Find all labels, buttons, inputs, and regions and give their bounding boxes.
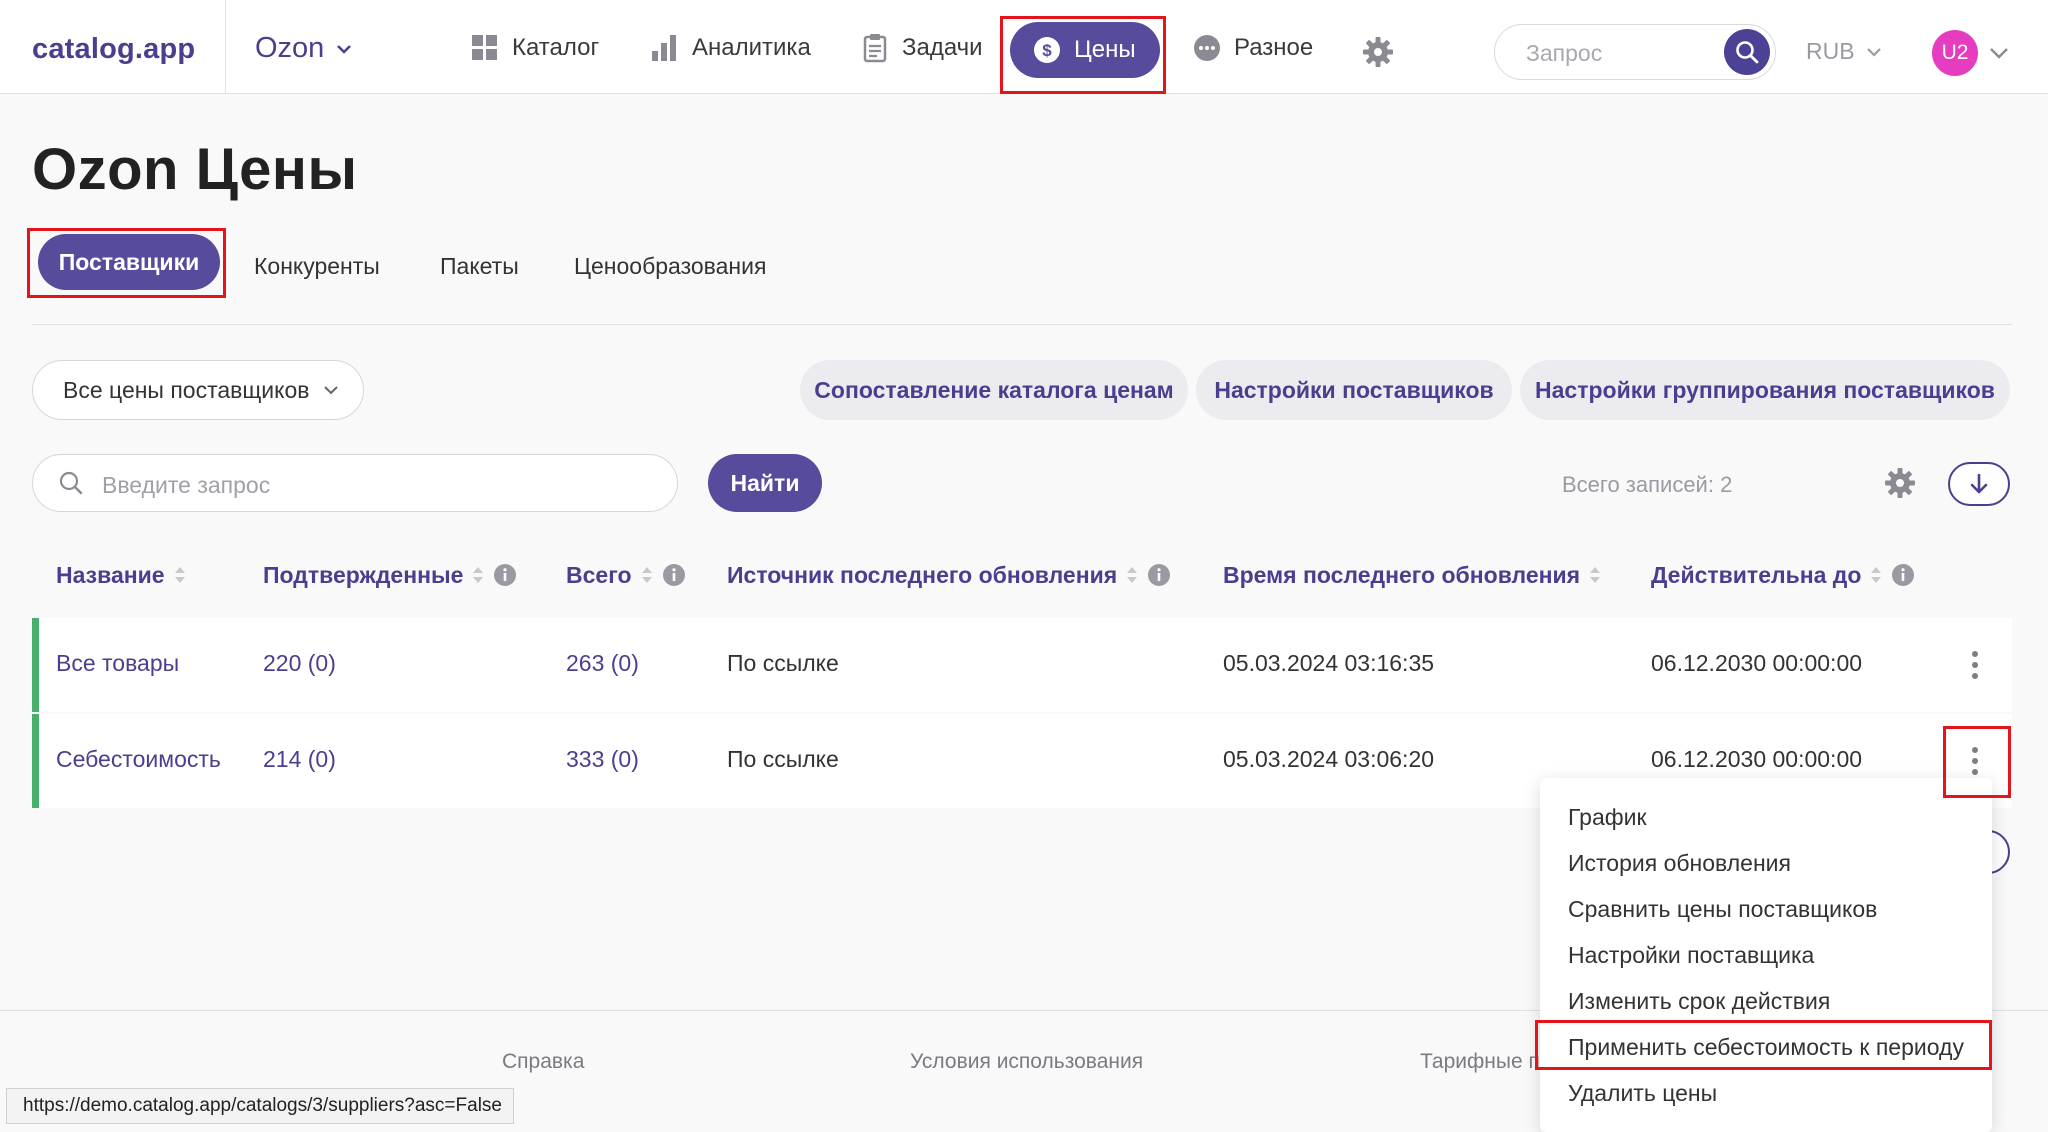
tabs-divider <box>32 324 2012 325</box>
nav-analytics-label: Аналитика <box>692 34 811 61</box>
column-header-name[interactable]: Название <box>56 560 187 590</box>
nav-analytics[interactable]: Аналитика <box>650 30 811 66</box>
catalog-mapping-button[interactable]: Сопоставление каталога ценам <box>800 360 1188 420</box>
grid-icon <box>472 35 497 60</box>
column-header-total-label: Всего <box>566 561 632 588</box>
nav-misc[interactable]: Разное <box>1192 30 1313 66</box>
sort-icon[interactable] <box>1588 563 1602 587</box>
info-icon[interactable] <box>493 563 517 587</box>
nav-misc-label: Разное <box>1234 34 1314 61</box>
row-source: По ссылке <box>727 746 839 772</box>
menu-item-supplier-settings[interactable]: Настройки поставщика <box>1568 942 1814 969</box>
nav-tasks[interactable]: Задачи <box>860 30 983 66</box>
row-total-link[interactable]: 333 (0) <box>566 746 639 773</box>
sort-icon[interactable] <box>1125 563 1139 587</box>
column-header-source-label: Источник последнего обновления <box>727 561 1118 588</box>
currency-label: RUB <box>1806 38 1855 64</box>
settings-gear-icon[interactable] <box>1362 36 1394 68</box>
column-header-valid-until-label: Действительна до <box>1651 561 1862 588</box>
sort-icon[interactable] <box>1869 563 1883 587</box>
row-total-link[interactable]: 263 (0) <box>566 650 639 677</box>
search-icon <box>59 471 83 495</box>
table-settings-gear-icon[interactable] <box>1884 467 1916 499</box>
info-icon[interactable] <box>1891 563 1915 587</box>
column-header-updated[interactable]: Время последнего обновления <box>1223 560 1602 590</box>
find-button[interactable]: Найти <box>708 454 822 512</box>
chevron-down-icon <box>337 44 352 54</box>
row-source: По ссылке <box>727 650 839 676</box>
menu-item-apply-cost[interactable]: Применить себестоимость к периоду <box>1568 1034 1964 1061</box>
footer-tariffs-link[interactable]: Тарифные п <box>1420 1050 1540 1074</box>
tab-pricing[interactable]: Ценообразования <box>574 240 766 292</box>
svg-text:$: $ <box>1042 41 1052 60</box>
menu-item-delete-prices[interactable]: Удалить цены <box>1568 1080 1717 1107</box>
download-button[interactable] <box>1948 462 2010 506</box>
supplier-settings-button[interactable]: Настройки поставщиков <box>1196 360 1512 420</box>
currency-selector[interactable]: RUB <box>1806 38 1883 65</box>
nav-catalog-label: Каталог <box>512 34 600 61</box>
info-icon[interactable] <box>1147 563 1171 587</box>
header-search-input[interactable] <box>1526 38 1706 68</box>
header-divider <box>225 0 226 94</box>
row-name-link[interactable]: Себестоимость <box>56 746 221 773</box>
page-title: Ozon Цены <box>32 137 358 202</box>
footer-terms-link[interactable]: Условия использования <box>910 1050 1143 1074</box>
tab-packages[interactable]: Пакеты <box>440 240 519 292</box>
row-actions-kebab-icon[interactable] <box>1963 741 1987 781</box>
nav-catalog[interactable]: Каталог <box>470 30 599 66</box>
row-valid-until: 06.12.2030 00:00:00 <box>1651 746 1863 772</box>
nav-prices[interactable]: $ Цены <box>1010 22 1160 78</box>
table-search-input[interactable] <box>102 470 662 500</box>
row-valid-until: 06.12.2030 00:00:00 <box>1651 650 1863 676</box>
sort-icon[interactable] <box>471 563 485 587</box>
column-header-confirmed[interactable]: Подтвержденные <box>263 560 517 590</box>
column-header-name-label: Название <box>56 561 165 588</box>
row-actions-kebab-icon[interactable] <box>1963 645 1987 685</box>
app-logo[interactable]: catalog.app <box>32 33 195 66</box>
menu-item-chart[interactable]: График <box>1568 804 1647 831</box>
browser-status-url: https://demo.catalog.app/catalogs/3/supp… <box>6 1088 514 1124</box>
tab-competitors[interactable]: Конкуренты <box>254 240 380 292</box>
menu-item-update-history[interactable]: История обновления <box>1568 850 1791 877</box>
info-icon[interactable] <box>662 563 686 587</box>
price-filter-select[interactable]: Все цены поставщиков <box>32 360 364 420</box>
more-horizontal-icon <box>1194 35 1220 61</box>
store-selector-label: Ozon <box>255 32 325 64</box>
row-confirmed-link[interactable]: 220 (0) <box>263 650 336 677</box>
sort-icon[interactable] <box>640 563 654 587</box>
column-header-confirmed-label: Подтвержденные <box>263 561 464 588</box>
row-updated: 05.03.2024 03:16:35 <box>1223 650 1435 676</box>
column-header-total[interactable]: Всего <box>566 560 686 590</box>
chevron-down-icon <box>323 386 338 395</box>
tab-suppliers[interactable]: Поставщики <box>38 234 220 290</box>
search-icon <box>1736 41 1759 64</box>
chevron-down-icon[interactable] <box>1988 42 2010 64</box>
sort-icon[interactable] <box>173 563 187 587</box>
store-selector[interactable]: Ozon <box>255 32 354 65</box>
price-filter-value: Все цены поставщиков <box>63 376 310 403</box>
user-avatar[interactable]: U2 <box>1932 30 1978 76</box>
clipboard-icon <box>863 34 887 63</box>
menu-item-compare-prices[interactable]: Сравнить цены поставщиков <box>1568 896 1877 923</box>
arrow-down-icon <box>1970 473 1988 494</box>
chevron-down-icon <box>1866 47 1881 57</box>
column-header-updated-label: Время последнего обновления <box>1223 561 1581 588</box>
grouping-settings-button[interactable]: Настройки группирования поставщиков <box>1520 360 2010 420</box>
nav-tasks-label: Задачи <box>902 34 983 61</box>
row-updated: 05.03.2024 03:06:20 <box>1223 746 1435 772</box>
total-records: Всего записей: 2 <box>1562 472 1733 497</box>
row-confirmed-link[interactable]: 214 (0) <box>263 746 336 773</box>
header-search-button[interactable] <box>1724 29 1770 75</box>
column-header-source[interactable]: Источник последнего обновления <box>727 560 1171 590</box>
nav-prices-label: Цены <box>1074 36 1136 63</box>
footer-help-link[interactable]: Справка <box>502 1050 584 1074</box>
dollar-icon: $ <box>1034 37 1060 63</box>
column-header-valid-until[interactable]: Действительна до <box>1651 560 1915 590</box>
bar-chart-icon <box>652 35 676 61</box>
menu-item-change-validity[interactable]: Изменить срок действия <box>1568 988 1830 1015</box>
row-name-link[interactable]: Все товары <box>56 650 179 677</box>
